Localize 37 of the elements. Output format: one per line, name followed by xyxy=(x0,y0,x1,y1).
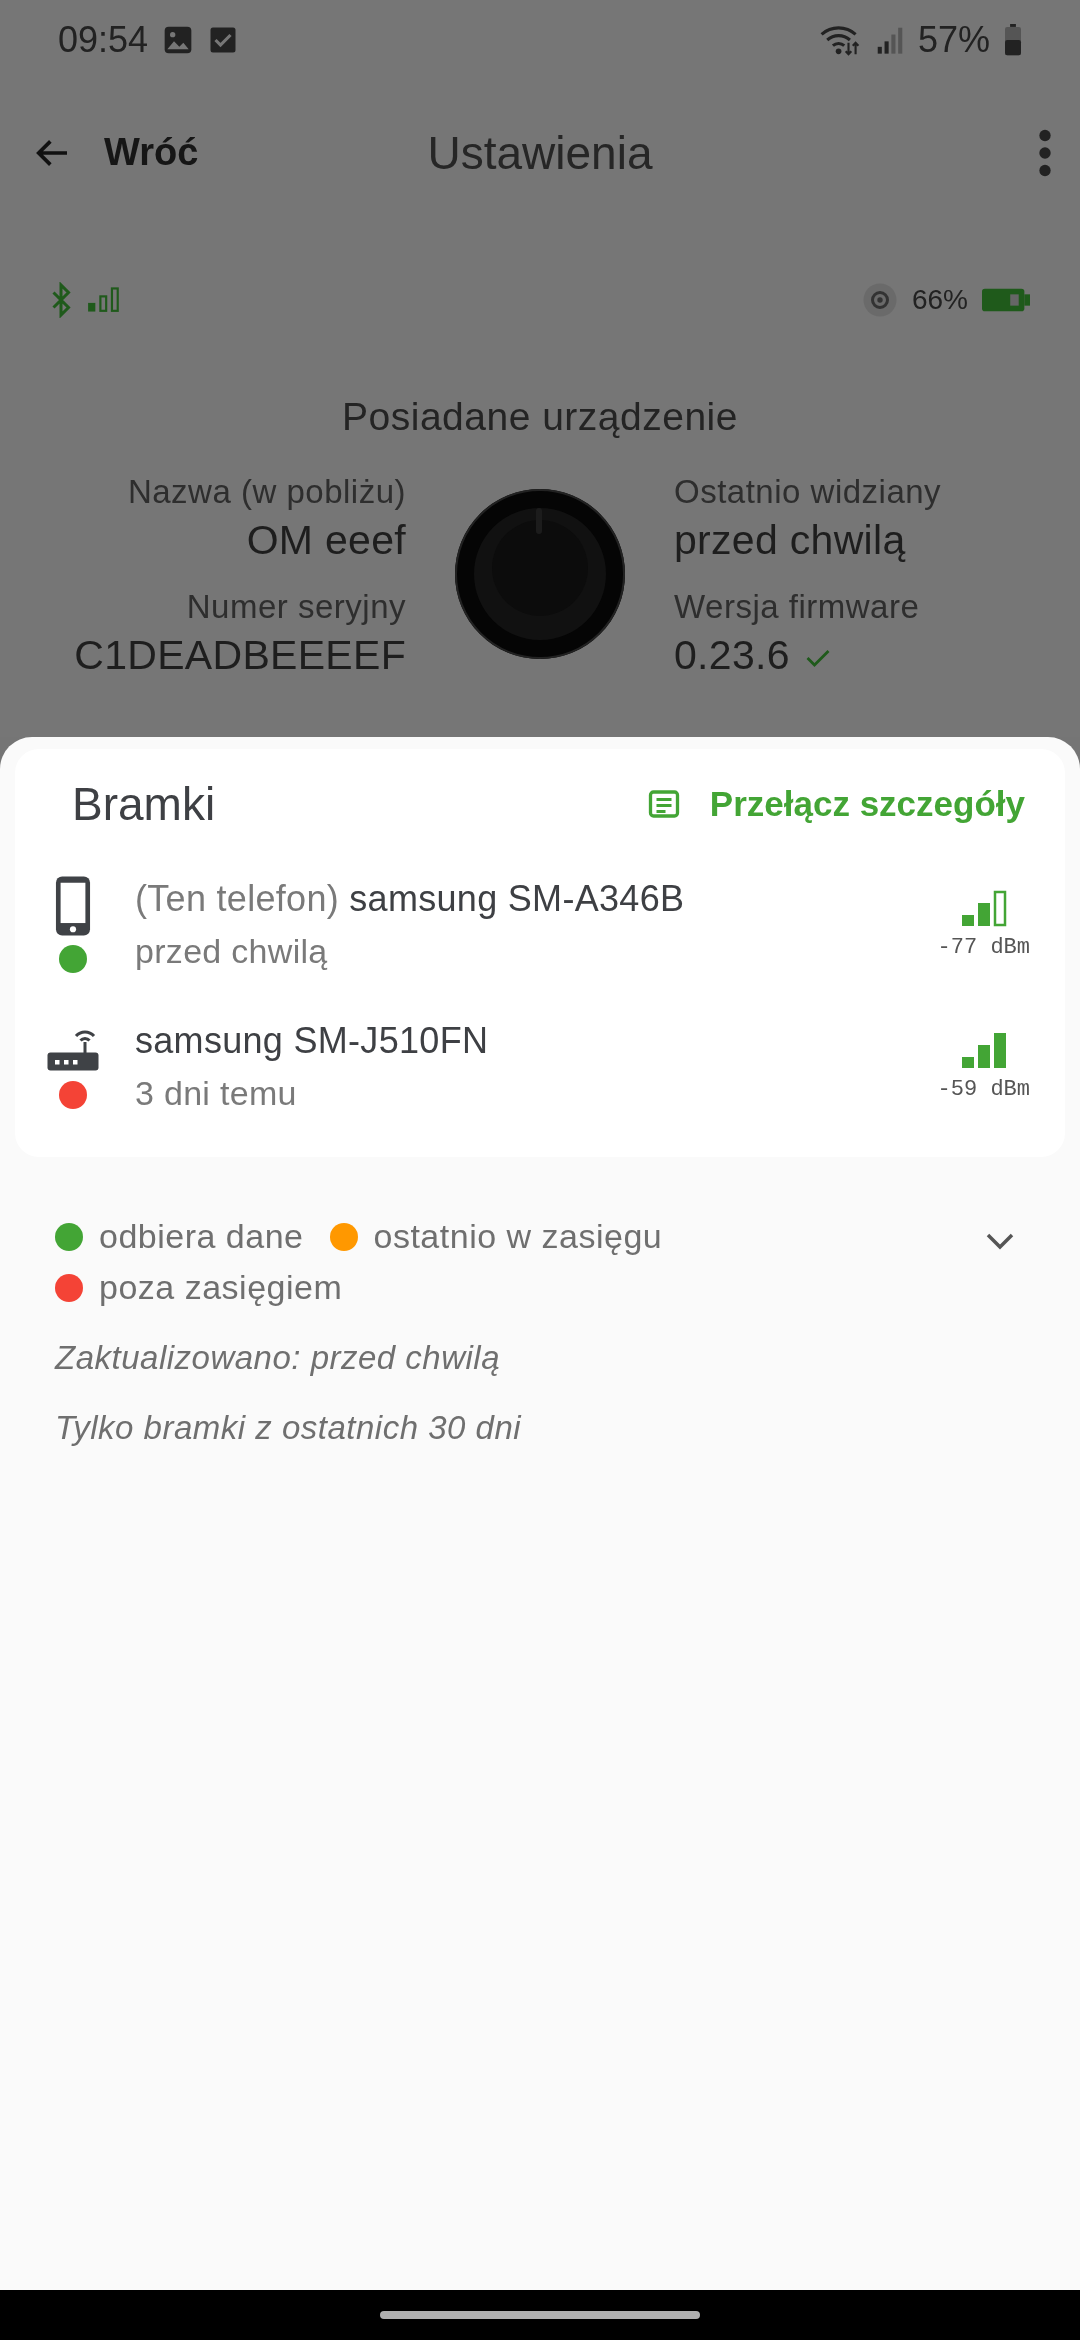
field-value: OM eeef xyxy=(246,517,406,564)
legend-label: ostatnio w zasięgu xyxy=(373,1217,663,1256)
field-value: przed chwilą xyxy=(674,517,906,564)
filter-note: Tylko bramki z ostatnich 30 dni xyxy=(54,1409,523,1447)
clock: 09:54 xyxy=(58,19,149,61)
field-label: Numer seryjny xyxy=(186,588,406,626)
chevron-icon[interactable] xyxy=(985,1231,1015,1251)
last-seen: 3 dni temu xyxy=(135,1073,298,1113)
gateway-name: (Ten telefon) samsung SM-A346B xyxy=(135,877,686,920)
back-button[interactable]: Wróć xyxy=(28,131,199,174)
last-seen: przed chwilą xyxy=(135,931,329,971)
field-value: C1DEADBEEEEF xyxy=(74,632,406,679)
field-value: 0.23.6 xyxy=(674,632,790,679)
device-battery-percent: 66% xyxy=(911,284,968,316)
phone-icon xyxy=(54,875,92,937)
cell-signal-icon xyxy=(875,25,904,55)
more-options-icon[interactable] xyxy=(1038,128,1052,177)
field-label: Ostatnio widziany xyxy=(674,473,942,511)
signal-icon xyxy=(86,287,122,313)
card-title: Bramki xyxy=(72,777,216,831)
toggle-details-button[interactable]: Przełącz szczegóły xyxy=(645,784,1025,824)
battery-icon xyxy=(982,287,1030,313)
legend-label: odbiera dane xyxy=(99,1217,304,1256)
battery-icon xyxy=(1004,24,1022,56)
gateway-name: samsung SM-J510FN xyxy=(135,1019,490,1062)
battery-percent: 57% xyxy=(917,19,990,61)
target-icon xyxy=(861,282,898,318)
field-label: Nazwa (w pobliżu) xyxy=(127,473,406,511)
signal-reading: -77 dBm xyxy=(937,934,1030,960)
updated-text: Zaktualizowano: przed chwilą xyxy=(53,1339,502,1377)
field-label: Wersja firmware xyxy=(674,588,920,626)
legend-label: poza zasięgiem xyxy=(99,1268,343,1307)
home-handle[interactable] xyxy=(380,2311,700,2319)
signal-reading: -59 dBm xyxy=(937,1076,1030,1102)
section-heading: Posiadane urządzenie xyxy=(341,395,739,439)
screen-title: Ustawienia xyxy=(427,125,653,180)
checkbox-icon xyxy=(208,25,239,55)
